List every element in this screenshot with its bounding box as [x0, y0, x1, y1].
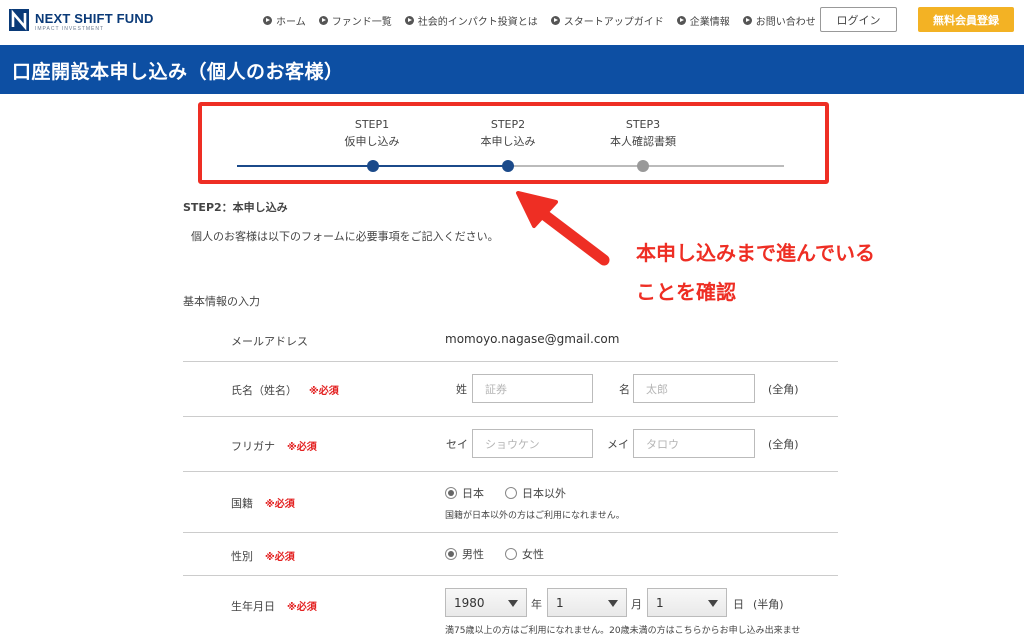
page-title: 口座開設本申し込み（個人のお客様） — [12, 61, 344, 83]
nationality-other-radio[interactable]: 日本以外 — [505, 485, 566, 501]
birthdate-label-text: 生年月日 — [231, 600, 275, 613]
chevron-down-icon — [708, 600, 718, 607]
annotation-line-1: 本申し込みまで進んでいる — [636, 241, 875, 265]
logo[interactable]: NEXT SHIFT FUND IMPACT INVESTMENT — [9, 9, 169, 35]
nav-label: ファンド一覧 — [331, 17, 392, 28]
section-title: 基本情報の入力 — [183, 295, 260, 308]
arrow-circle-icon — [404, 16, 414, 25]
first-name-input[interactable]: 太郎 — [633, 374, 755, 403]
required-mark: ※必須 — [265, 499, 295, 510]
annotation-line-2: ことを確認 — [636, 280, 736, 304]
row-divider — [183, 361, 838, 362]
required-mark: ※必須 — [287, 602, 317, 613]
gender-male-radio[interactable]: 男性 — [445, 546, 484, 562]
login-button[interactable]: ログイン — [820, 7, 897, 32]
radio-unselected-icon — [505, 487, 517, 499]
birthdate-note: 満75歳以上の方はご利用になれません。20歳未満の方はこちらからお申し込み出来ま… — [445, 626, 801, 636]
nav-fund-list[interactable]: ファンド一覧 — [318, 13, 392, 28]
nationality-note: 国籍が日本以外の方はご利用になれません。 — [445, 511, 625, 521]
required-mark: ※必須 — [309, 386, 339, 397]
nationality-japan-radio[interactable]: 日本 — [445, 485, 484, 501]
main-nav: ホーム ファンド一覧 社会的インパクト投資とは スタートアップガイド 企業情報 … — [263, 13, 816, 28]
annotation-arrow-icon — [516, 191, 610, 266]
radio-label: 日本以外 — [522, 487, 566, 500]
row-divider — [183, 532, 838, 533]
logo-text: NEXT SHIFT FUND — [35, 11, 154, 26]
select-value: 1980 — [454, 595, 485, 610]
highlight-box — [198, 102, 829, 184]
nav-contact[interactable]: お問い合わせ — [742, 13, 816, 28]
nationality-label-text: 国籍 — [231, 497, 253, 510]
first-kana-prefix: メイ — [607, 438, 629, 451]
email-value: momoyo.nagase@gmail.com — [445, 332, 620, 346]
kana-label: フリガナ ※必須 — [231, 438, 317, 454]
last-name-prefix: 姓 — [456, 383, 467, 396]
nav-impact-investment[interactable]: 社会的インパクト投資とは — [404, 13, 538, 28]
nav-label: ホーム — [276, 17, 306, 28]
logo-icon — [9, 9, 29, 31]
name-label: 氏名（姓名） ※必須 — [231, 382, 339, 398]
kana-label-text: フリガナ — [231, 440, 275, 453]
arrow-circle-icon — [742, 16, 752, 25]
nav-label: 企業情報 — [689, 17, 730, 28]
nav-company[interactable]: 企業情報 — [676, 13, 730, 28]
last-kana-input[interactable]: ショウケン — [472, 429, 593, 458]
gender-label: 性別 ※必須 — [231, 548, 295, 564]
select-value: 1 — [556, 595, 564, 610]
radio-unselected-icon — [505, 548, 517, 560]
required-mark: ※必須 — [287, 442, 317, 453]
arrow-circle-icon — [318, 16, 328, 25]
row-divider — [183, 471, 838, 472]
page-title-bar: 口座開設本申し込み（個人のお客様） — [0, 45, 1024, 94]
radio-selected-icon — [445, 548, 457, 560]
annotation-text: 本申し込みまで進んでいる ことを確認 — [636, 234, 875, 312]
arrow-circle-icon — [550, 16, 560, 25]
last-kana-prefix: セイ — [446, 438, 468, 451]
month-unit: 月 — [631, 598, 642, 611]
name-width-note: (全角) — [768, 383, 799, 396]
step-heading: STEP2：本申し込み — [183, 201, 288, 214]
row-divider — [183, 575, 838, 576]
select-value: 1 — [656, 595, 664, 610]
nav-startup-guide[interactable]: スタートアップガイド — [550, 13, 664, 28]
arrow-circle-icon — [676, 16, 686, 25]
logo-subtitle: IMPACT INVESTMENT — [35, 26, 105, 32]
nav-label: お問い合わせ — [755, 17, 816, 28]
chevron-down-icon — [508, 600, 518, 607]
chevron-down-icon — [608, 600, 618, 607]
nav-label: 社会的インパクト投資とは — [417, 17, 538, 28]
arrow-circle-icon — [263, 16, 272, 25]
birthdate-label: 生年月日 ※必須 — [231, 598, 317, 614]
year-unit: 年 — [531, 598, 542, 611]
required-mark: ※必須 — [265, 552, 295, 563]
birth-year-select[interactable]: 1980 — [445, 588, 527, 617]
nav-label: スタートアップガイド — [563, 17, 664, 28]
last-name-input[interactable]: 証券 — [472, 374, 593, 403]
register-button[interactable]: 無料会員登録 — [918, 7, 1014, 32]
form-intro: 個人のお客様は以下のフォームに必要事項をご記入ください。 — [191, 230, 499, 243]
birth-day-select[interactable]: 1 — [647, 588, 727, 617]
name-label-text: 氏名（姓名） — [231, 384, 297, 397]
first-name-prefix: 名 — [619, 383, 630, 396]
birthdate-width-note: (半角) — [753, 598, 784, 611]
gender-label-text: 性別 — [231, 550, 253, 563]
radio-label: 日本 — [462, 487, 484, 500]
email-label: メールアドレス — [231, 335, 308, 348]
nav-home[interactable]: ホーム — [263, 13, 306, 28]
row-divider — [183, 416, 838, 417]
birth-month-select[interactable]: 1 — [547, 588, 627, 617]
day-unit: 日 — [733, 598, 744, 611]
gender-female-radio[interactable]: 女性 — [505, 546, 544, 562]
first-kana-input[interactable]: タロウ — [633, 429, 755, 458]
radio-selected-icon — [445, 487, 457, 499]
radio-label: 男性 — [462, 548, 484, 561]
kana-width-note: (全角) — [768, 438, 799, 451]
nationality-label: 国籍 ※必須 — [231, 495, 295, 511]
radio-label: 女性 — [522, 548, 544, 561]
top-header: NEXT SHIFT FUND IMPACT INVESTMENT ホーム ファ… — [0, 0, 1024, 45]
